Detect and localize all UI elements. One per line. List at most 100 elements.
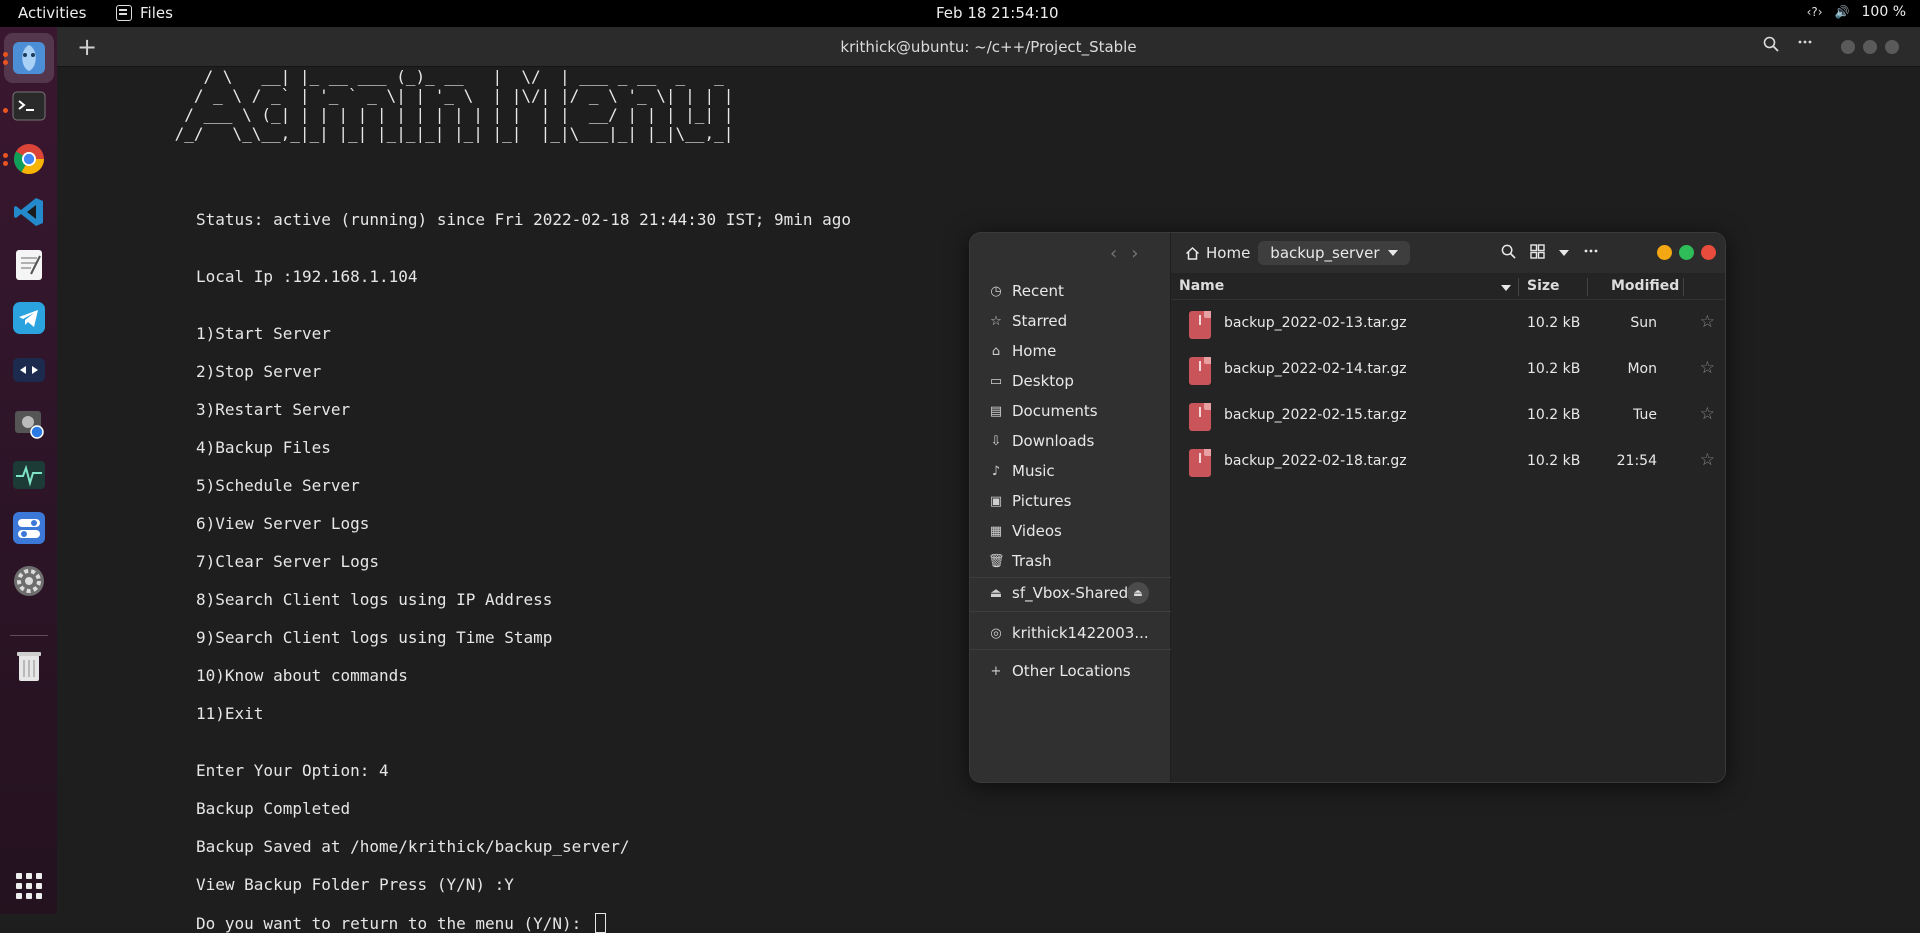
forward-button[interactable]: ›: [1131, 243, 1138, 264]
desktop-icon: ▭: [989, 373, 1003, 389]
column-modified[interactable]: Modified: [1611, 278, 1679, 294]
column-size[interactable]: Size: [1527, 278, 1560, 294]
sidebar-item-desktop[interactable]: ▭ Desktop: [988, 371, 1074, 391]
files-maximize-button[interactable]: [1679, 245, 1694, 260]
file-size: 10.2 kB: [1527, 453, 1581, 469]
back-button[interactable]: ‹: [1110, 243, 1117, 264]
files-search-button[interactable]: [1501, 244, 1516, 263]
files-main: Home backup_server Name Size Modified ba…: [1171, 233, 1725, 782]
search-icon: [1763, 36, 1779, 52]
sidebar-item-music[interactable]: ♪ Music: [988, 461, 1055, 481]
volume-icon: 🔊: [1834, 5, 1850, 19]
clock[interactable]: Feb 18 21:54:10: [936, 4, 1059, 22]
star-icon: ☆: [990, 313, 1002, 329]
grid-view-icon: [1530, 243, 1545, 259]
sidebar-item-home[interactable]: ⌂ Home: [988, 341, 1056, 361]
home-icon: [1185, 246, 1200, 260]
dock-screenshot[interactable]: [10, 404, 48, 442]
file-name: backup_2022-02-14.tar.gz: [1224, 361, 1407, 377]
more-icon: [1584, 249, 1598, 253]
return-prompt-line: Do you want to return to the menu (Y/N):: [196, 913, 606, 933]
breadcrumb-current-label: backup_server: [1270, 244, 1380, 262]
breadcrumb-current[interactable]: backup_server: [1258, 241, 1410, 265]
app-menu[interactable]: Files: [116, 4, 173, 22]
sidebar-item-recent[interactable]: ◷ Recent: [988, 281, 1064, 301]
show-apps-button[interactable]: [10, 867, 48, 905]
terminal-title: krithick@ubuntu: ~/c++/Project_Stable: [840, 38, 1137, 56]
sidebar-item-documents[interactable]: ▤ Documents: [988, 401, 1098, 421]
backup-completed-line: Backup Completed: [196, 799, 351, 818]
menu-option: 9)Search Client logs using Time Stamp: [196, 628, 553, 647]
files-close-button[interactable]: [1701, 245, 1716, 260]
terminal-menu-button[interactable]: [1797, 33, 1813, 54]
dock: [0, 27, 57, 914]
dock-files[interactable]: [4, 33, 54, 83]
files-minimize-button[interactable]: [1657, 245, 1672, 260]
sidebar-item-other-locations[interactable]: + Other Locations: [988, 661, 1131, 681]
star-icon[interactable]: ☆: [1700, 358, 1715, 378]
files-header: Home backup_server: [1171, 233, 1725, 273]
sidebar-item-downloads[interactable]: ⇩ Downloads: [988, 431, 1095, 451]
file-row[interactable]: backup_2022-02-13.tar.gz 10.2 kB Sun ☆: [1171, 301, 1725, 347]
column-name[interactable]: Name: [1179, 278, 1224, 294]
sidebar-item-pictures[interactable]: ▣ Pictures: [988, 491, 1072, 511]
dock-trash[interactable]: [10, 647, 48, 685]
dock-text-editor[interactable]: [10, 246, 48, 284]
sidebar-item-label: Desktop: [1012, 372, 1074, 390]
activities-button[interactable]: Activities: [18, 4, 86, 22]
option-input-line: Enter Your Option: 4: [196, 761, 389, 780]
archive-file-icon: [1189, 311, 1211, 339]
sidebar-item-label: Videos: [1012, 522, 1062, 540]
files-icon: [116, 5, 132, 21]
return-prompt-text: Do you want to return to the menu (Y/N):: [196, 914, 591, 933]
dock-remote-desktop[interactable]: [10, 351, 48, 389]
file-size: 10.2 kB: [1527, 407, 1581, 423]
sidebar-item-videos[interactable]: ▦ Videos: [988, 521, 1062, 541]
file-modified: 21:54: [1616, 453, 1657, 469]
sidebar-item-label: Recent: [1012, 282, 1064, 300]
star-icon[interactable]: ☆: [1700, 450, 1715, 470]
terminal-search-button[interactable]: [1763, 36, 1779, 56]
star-icon[interactable]: ☆: [1700, 404, 1715, 424]
view-grid-button[interactable]: [1530, 243, 1545, 263]
eject-button[interactable]: ⏏: [1127, 582, 1149, 604]
downloads-icon: ⇩: [990, 433, 1002, 449]
sidebar-item-shared-drive[interactable]: ⏏ sf_Vbox-Shared: [988, 583, 1128, 603]
sidebar-item-label: Music: [1012, 462, 1055, 480]
dock-settings[interactable]: [10, 562, 48, 600]
star-icon[interactable]: ☆: [1700, 312, 1715, 332]
file-modified: Mon: [1627, 361, 1657, 377]
sort-chevron-icon[interactable]: [1501, 285, 1511, 291]
dock-terminal[interactable]: [10, 87, 48, 125]
terminal-minimize-button[interactable]: [1841, 40, 1855, 54]
terminal-maximize-button[interactable]: [1863, 40, 1877, 54]
terminal-scrollbar[interactable]: [1910, 67, 1920, 914]
terminal-app-icon: [12, 91, 46, 121]
file-row[interactable]: backup_2022-02-18.tar.gz 10.2 kB 21:54 ☆: [1171, 439, 1725, 485]
view-options-chevron-icon[interactable]: [1559, 250, 1569, 256]
dock-chrome[interactable]: [10, 140, 48, 178]
file-modified: Tue: [1633, 407, 1657, 423]
file-row[interactable]: backup_2022-02-14.tar.gz 10.2 kB Mon ☆: [1171, 347, 1725, 393]
breadcrumb-home[interactable]: Home: [1185, 244, 1250, 262]
file-modified: Sun: [1630, 315, 1657, 331]
sidebar-item-label: Documents: [1012, 402, 1098, 420]
dock-telegram[interactable]: [10, 299, 48, 337]
sidebar-item-starred[interactable]: ☆ Starred: [988, 311, 1067, 331]
network-icon: ◎: [990, 625, 1002, 641]
terminal-close-button[interactable]: [1885, 40, 1899, 54]
archive-file-icon: [1189, 449, 1211, 477]
file-size: 10.2 kB: [1527, 315, 1581, 331]
sidebar-item-trash[interactable]: 🗑 Trash: [988, 551, 1052, 571]
remote-desktop-app-icon: [13, 358, 45, 382]
sidebar-item-network-share[interactable]: ◎ krithick1422003...: [988, 623, 1148, 643]
dock-vscode[interactable]: [10, 193, 48, 231]
file-row[interactable]: backup_2022-02-15.tar.gz 10.2 kB Tue ☆: [1171, 393, 1725, 439]
files-menu-button[interactable]: [1583, 243, 1599, 263]
dock-settings-toggle[interactable]: [10, 509, 48, 547]
dock-system-monitor[interactable]: [10, 456, 48, 494]
text-cursor: [594, 913, 606, 933]
trash-app-icon: [17, 652, 41, 681]
more-icon: [1798, 40, 1812, 44]
system-tray[interactable]: ‹?› 🔊 100 %: [1807, 4, 1906, 20]
